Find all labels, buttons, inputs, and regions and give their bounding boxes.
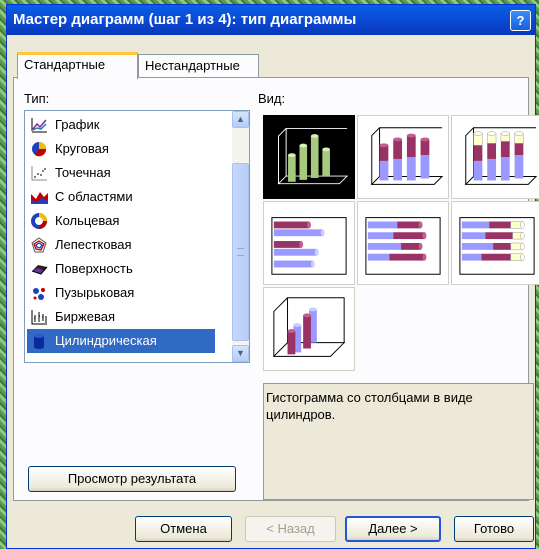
chart-subtype-gallery xyxy=(263,115,539,375)
next-button-label: Далее > xyxy=(368,521,418,536)
area-chart-icon xyxy=(31,192,48,204)
stacked-cylinder-thumbnail xyxy=(370,127,444,185)
chart-wizard-dialog: Мастер диаграмм (шаг 1 из 4): тип диагра… xyxy=(6,4,539,549)
scroll-down-icon[interactable]: ▼ xyxy=(232,345,249,362)
clustered-bar-cylinder-thumbnail xyxy=(271,217,347,275)
type-label: Тип: xyxy=(24,91,50,106)
list-item-label: График xyxy=(55,117,100,132)
list-item-donut[interactable]: Кольцевая xyxy=(27,209,215,233)
view-label: Вид: xyxy=(258,91,286,106)
list-item-area[interactable]: С областями xyxy=(27,185,215,209)
tab-custom-label: Нестандартные xyxy=(145,58,240,73)
subtype-stacked-bar-cylinder[interactable] xyxy=(357,201,449,285)
finish-button-label: Готово xyxy=(473,521,515,536)
list-item-cylinder[interactable]: Цилиндрическая xyxy=(27,329,215,353)
list-item-label: Кольцевая xyxy=(55,213,120,228)
cancel-button-label: Отмена xyxy=(160,521,207,536)
list-item-pie[interactable]: Круговая xyxy=(27,137,215,161)
list-item-label: Цилиндрическая xyxy=(55,333,157,348)
subtype-3d-cylinder[interactable] xyxy=(263,287,355,371)
tab-standard[interactable]: Стандартные xyxy=(17,52,138,79)
list-item-stock[interactable]: Биржевая xyxy=(27,305,215,329)
dialog-title: Мастер диаграмм (шаг 1 из 4): тип диагра… xyxy=(13,11,357,28)
help-button[interactable]: ? xyxy=(510,10,531,31)
subtype-percent-stacked-cylinder[interactable] xyxy=(451,115,539,199)
bubble-chart-icon xyxy=(33,288,45,300)
scroll-thumb[interactable] xyxy=(232,163,249,341)
list-item-label: Биржевая xyxy=(55,309,115,324)
tab-standard-label: Стандартные xyxy=(24,57,106,72)
list-item-label: Точечная xyxy=(55,165,111,180)
cancel-button[interactable]: Отмена xyxy=(135,516,232,542)
list-item-surface[interactable]: Поверхность xyxy=(27,257,215,281)
back-button-label: < Назад xyxy=(266,521,315,536)
stock-chart-icon xyxy=(31,310,47,325)
radar-chart-icon xyxy=(31,237,47,253)
list-item-line[interactable]: График xyxy=(27,113,215,137)
list-item-bubble[interactable]: Пузырьковая xyxy=(27,281,215,305)
description-text: Гистограмма со столбцами в виде цилиндро… xyxy=(266,390,473,422)
subtype-clustered-bar-cylinder[interactable] xyxy=(263,201,355,285)
donut-chart-icon xyxy=(31,213,47,229)
subtype-clustered-cylinder[interactable] xyxy=(263,115,355,199)
list-item-label: Лепестковая xyxy=(55,237,132,252)
list-item-label: Поверхность xyxy=(55,261,133,276)
percent-stacked-bar-cylinder-thumbnail xyxy=(459,217,535,275)
3d-cylinder-thumbnail xyxy=(272,297,346,357)
cylinder-chart-icon xyxy=(34,334,44,349)
chart-description: Гистограмма со столбцами в виде цилиндро… xyxy=(263,383,534,500)
back-button[interactable]: < Назад xyxy=(245,516,336,542)
list-scrollbar[interactable]: ▲ ▼ xyxy=(232,111,249,362)
list-item-label: Пузырьковая xyxy=(55,285,135,300)
line-chart-icon xyxy=(31,117,48,133)
title-bar: Мастер диаграмм (шаг 1 из 4): тип диагра… xyxy=(7,5,535,35)
scatter-chart-icon xyxy=(31,166,47,181)
percent-stacked-cylinder-thumbnail xyxy=(464,127,538,185)
stacked-bar-cylinder-thumbnail xyxy=(365,217,441,275)
finish-button[interactable]: Готово xyxy=(454,516,534,542)
preview-button-label: Просмотр результата xyxy=(67,471,197,486)
preview-button[interactable]: Просмотр результата xyxy=(28,466,236,492)
subtype-percent-stacked-bar-cylinder[interactable] xyxy=(451,201,539,285)
subtype-stacked-cylinder[interactable] xyxy=(357,115,449,199)
next-button[interactable]: Далее > xyxy=(345,516,441,542)
tab-custom[interactable]: Нестандартные xyxy=(138,54,259,78)
pie-chart-icon xyxy=(32,142,47,157)
clustered-cylinder-thumbnail xyxy=(265,117,353,197)
chart-type-list[interactable]: График Круговая Точечная С областями Кол… xyxy=(24,110,250,363)
list-item-label: Круговая xyxy=(55,141,109,156)
scroll-up-icon[interactable]: ▲ xyxy=(232,111,249,128)
list-item-scatter[interactable]: Точечная xyxy=(27,161,215,185)
surface-chart-icon xyxy=(31,265,48,275)
list-item-radar[interactable]: Лепестковая xyxy=(27,233,215,257)
list-item-label: С областями xyxy=(55,189,133,204)
